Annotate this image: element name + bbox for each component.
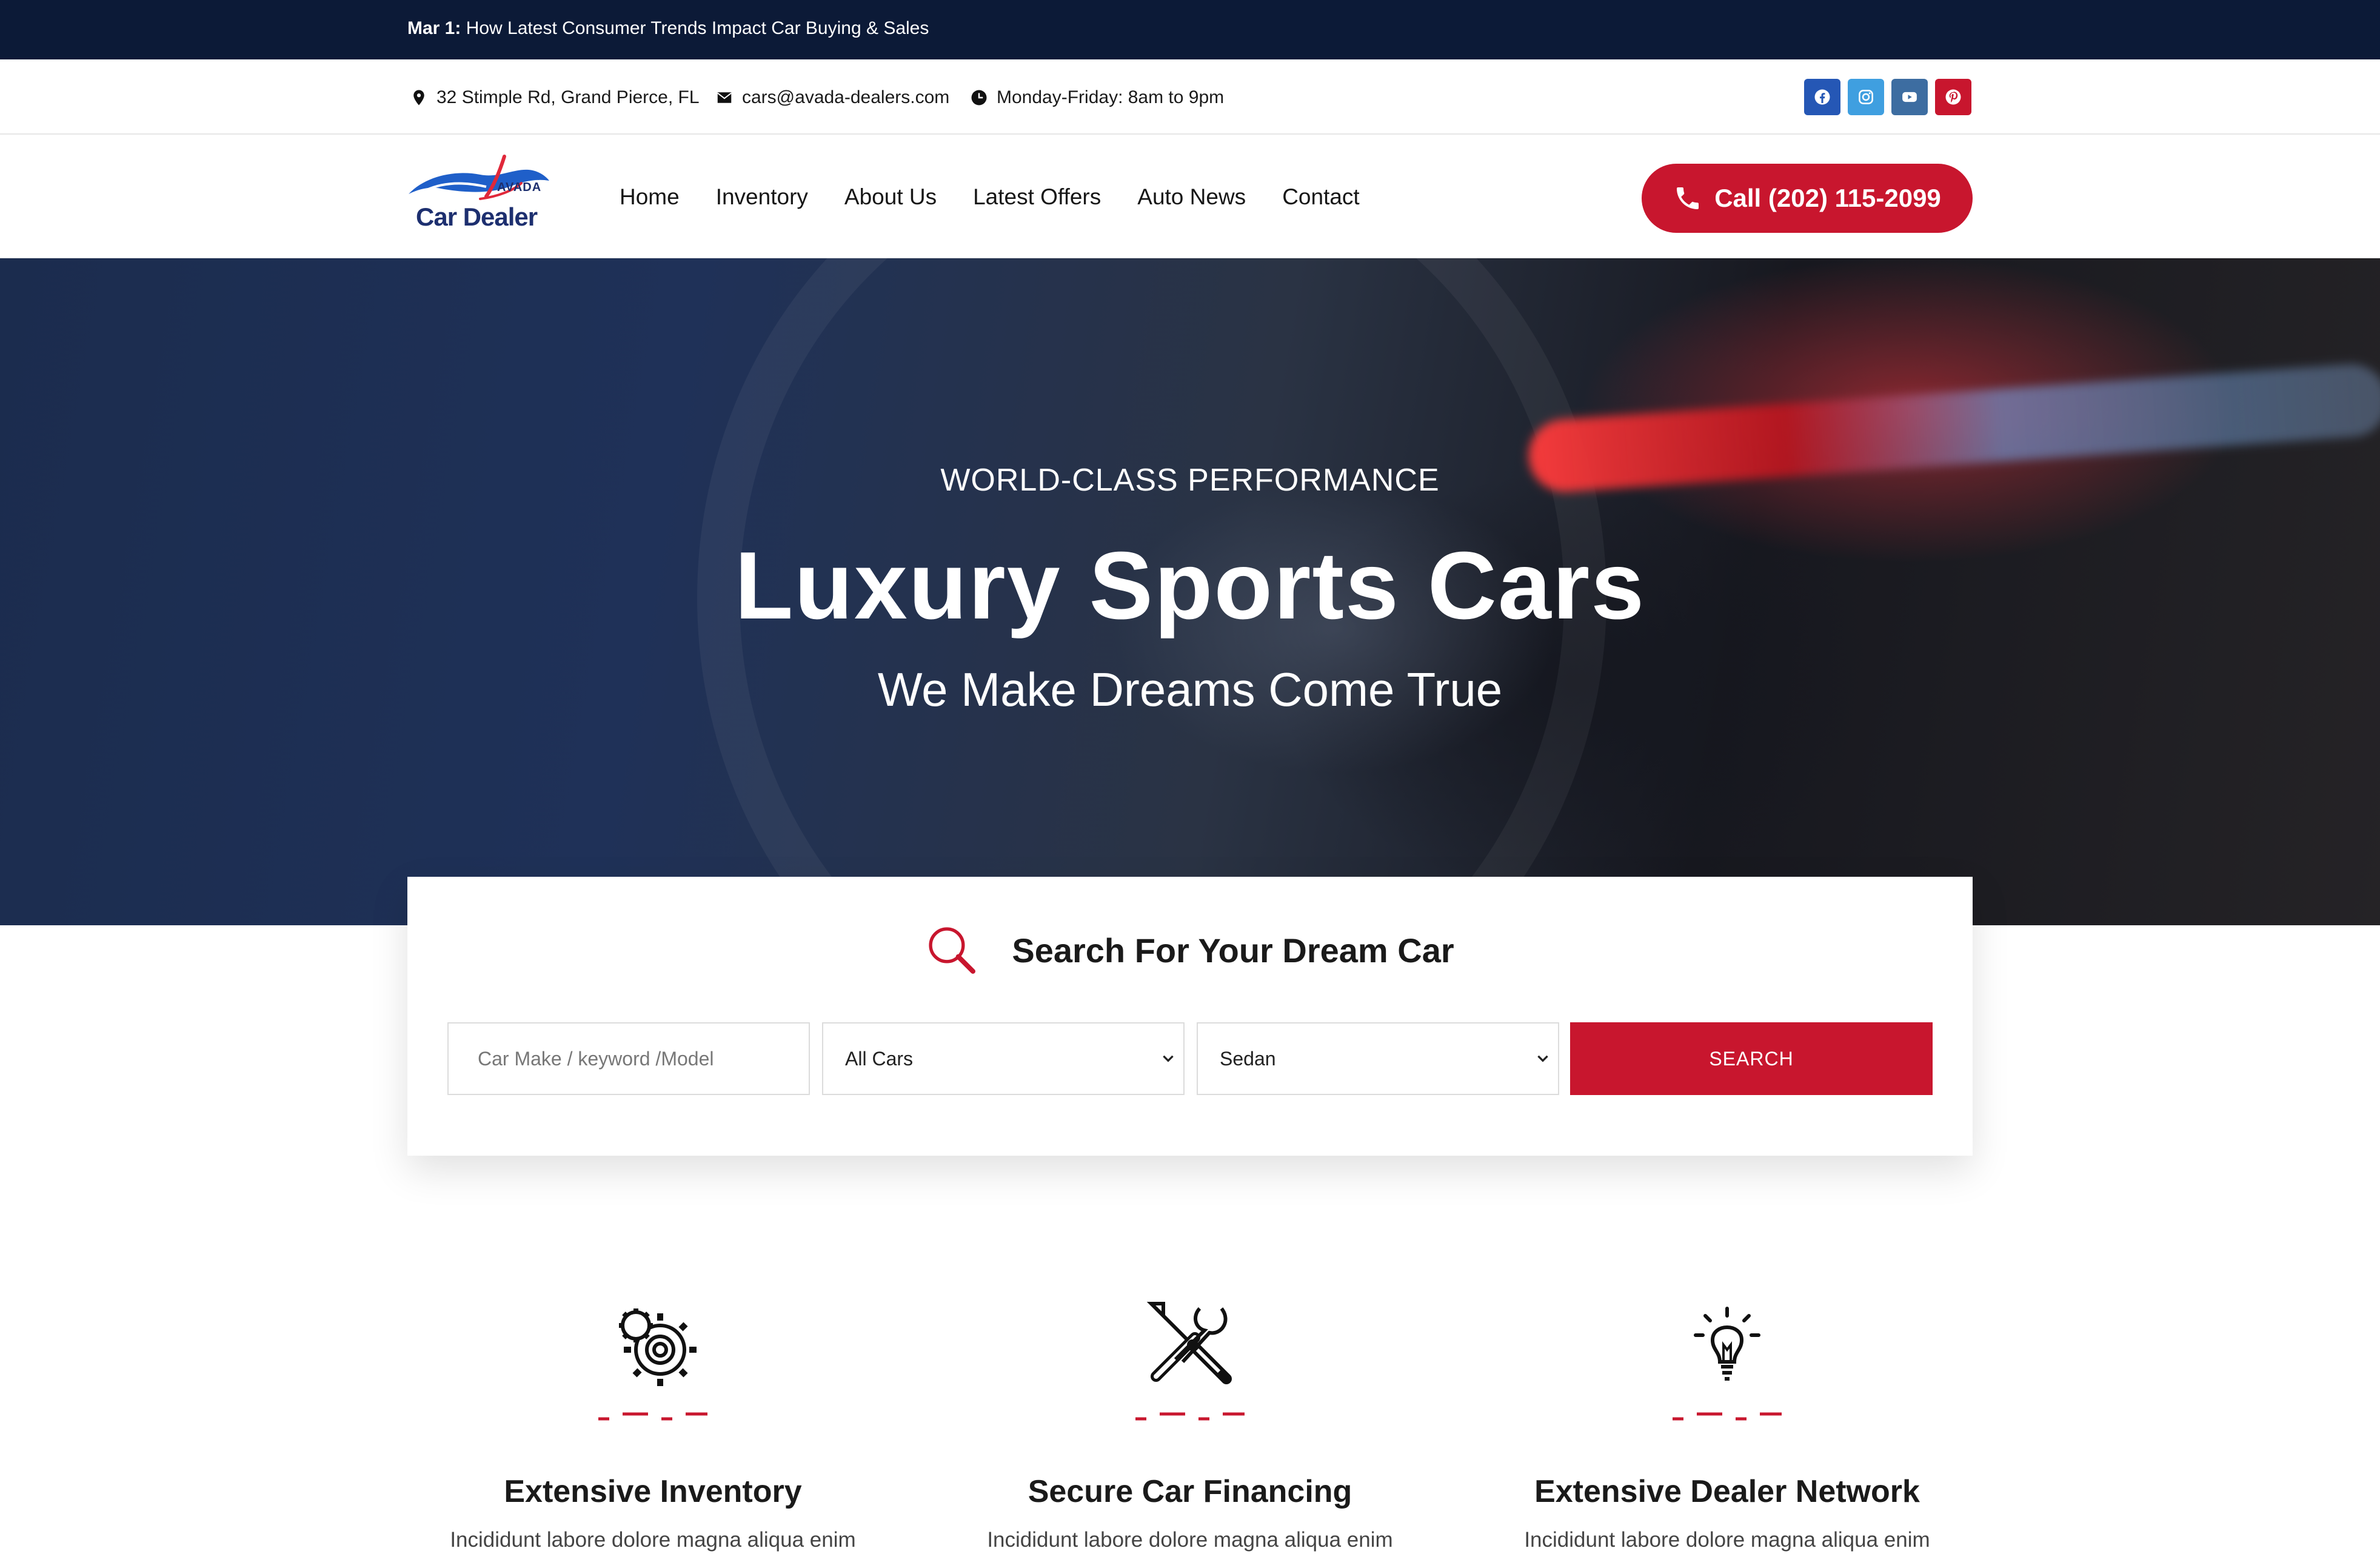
facebook-button[interactable] [1804,79,1840,115]
search-card: Search For Your Dream Car Car Make / key… [407,877,1973,1156]
body-style-value: Sedan [1220,1047,1276,1070]
logo-brand-text: Car Dealer [416,203,538,231]
nav-inventory[interactable]: Inventory [716,184,808,210]
pinterest-icon [1945,89,1961,105]
info-bar: 32 Stimple Rd, Grand Pierce, FL cars@ava… [0,59,2380,135]
news-ticker[interactable]: Mar 1: How Latest Consumer Trends Impact… [407,18,929,39]
logo[interactable]: AVADA Car Dealer [407,152,550,243]
search-header: Search For Your Dream Car [407,923,1973,977]
keyword-placeholder: Car Make / keyword /Model [478,1047,714,1070]
gears-icon [619,1308,697,1386]
map-pin-icon [413,90,424,106]
hours-text: Monday-Friday: 8am to 9pm [997,87,1225,107]
chevron-down-icon [1163,1055,1174,1062]
address-info: 32 Stimple Rd, Grand Pierce, FL [410,87,700,109]
facebook-icon [1814,89,1830,105]
car-type-select[interactable]: All Cars [822,1022,1185,1095]
youtube-icon [1902,92,1917,102]
search-button[interactable]: SEARCH [1570,1022,1933,1095]
lightbulb-icon [1694,1307,1760,1381]
chevron-down-icon [1537,1055,1548,1062]
main-header: AVADA Car Dealer Home Inventory About Us… [0,135,2380,258]
accent-dash-icon [598,1412,707,1421]
search-icon [929,927,976,974]
nav-auto-news[interactable]: Auto News [1137,184,1246,210]
feature-extensive-inventory: Extensive Inventory Incididunt labore do… [380,1292,926,1568]
instagram-icon [1859,90,1873,104]
feature-extensive-dealer-network: Extensive Dealer Network Incididunt labo… [1454,1292,2000,1568]
hero-banner: WORLD-CLASS PERFORMANCE Luxury Sports Ca… [0,258,2380,925]
logo-avada-text: AVADA [497,181,542,194]
search-title: Search For Your Dream Car [1012,931,1454,970]
car-type-value: All Cars [845,1047,914,1070]
accent-dash-icon [1673,1412,1782,1421]
tools-icon [1146,1302,1232,1384]
nav-about-us[interactable]: About Us [844,184,937,210]
nav-home[interactable]: Home [620,184,680,210]
nav-contact[interactable]: Contact [1282,184,1360,210]
phone-icon [1677,187,1699,209]
clock-icon [971,90,987,106]
call-button[interactable]: Call (202) 115-2099 [1642,164,1973,233]
body-style-select[interactable]: Sedan [1197,1022,1559,1095]
announcement-bar: Mar 1: How Latest Consumer Trends Impact… [0,0,2380,59]
feature-text: Incididunt labore dolore magna aliqua en… [987,1528,1393,1552]
nav-latest-offers[interactable]: Latest Offers [973,184,1101,210]
feature-title: Extensive Inventory [504,1474,802,1509]
hours-info: Monday-Friday: 8am to 9pm [970,87,1224,109]
email-info[interactable]: cars@avada-dealers.com [715,87,949,109]
envelope-icon [717,92,732,103]
call-label: Call (202) 115-2099 [1714,184,1941,212]
feature-text: Incididunt labore dolore magna aliqua en… [1524,1528,1930,1552]
instagram-button[interactable] [1848,79,1884,115]
hero-kicker: WORLD-CLASS PERFORMANCE [940,463,1440,498]
hero-subtitle: We Make Dreams Come True [877,663,1503,716]
feature-title: Extensive Dealer Network [1534,1474,1920,1509]
news-headline[interactable]: How Latest Consumer Trends Impact Car Bu… [466,18,929,38]
main-nav: Home Inventory About Us Latest Offers Au… [620,184,1360,210]
news-date: Mar 1: [407,18,461,38]
feature-text: Incididunt labore dolore magna aliqua en… [450,1528,856,1552]
feature-title: Secure Car Financing [1028,1474,1352,1509]
feature-secure-car-financing: Secure Car Financing Incididunt labore d… [917,1292,1463,1568]
hero-title: Luxury Sports Cars [734,532,1646,639]
address-text: 32 Stimple Rd, Grand Pierce, FL [436,87,700,107]
accent-dash-icon [1135,1412,1245,1421]
pinterest-button[interactable] [1935,79,1971,115]
email-text[interactable]: cars@avada-dealers.com [742,87,949,108]
youtube-button[interactable] [1891,79,1928,115]
keyword-input[interactable]: Car Make / keyword /Model [447,1022,810,1095]
